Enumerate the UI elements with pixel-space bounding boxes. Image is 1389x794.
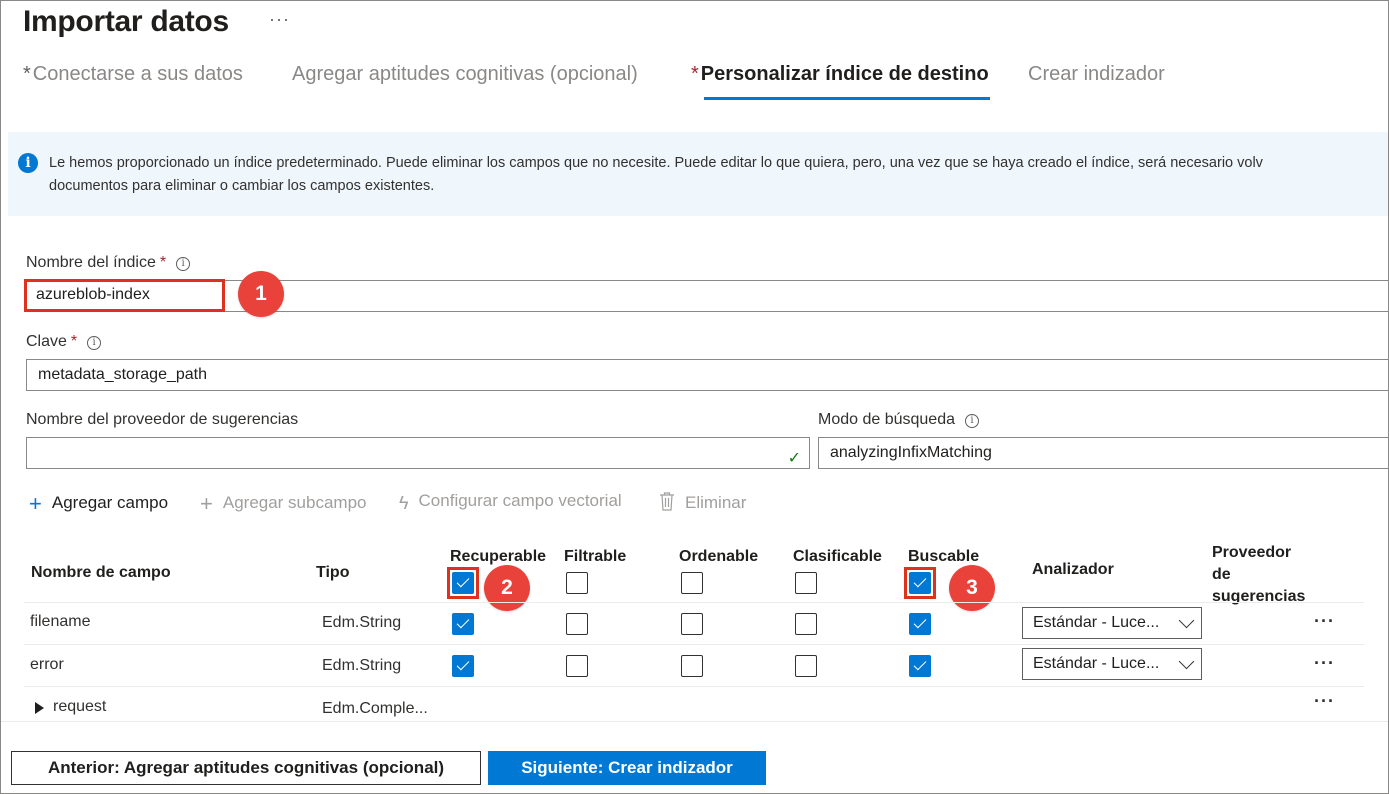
plus-icon: + [29,491,42,516]
info-icon[interactable]: i [176,257,191,271]
searchable-checkbox[interactable] [909,655,931,677]
page-title: Importar datos [23,5,229,38]
info-icon[interactable]: i [87,336,102,350]
row-divider [24,686,1364,687]
search-mode-field[interactable]: analyzingInfixMatching [818,437,1388,469]
col-header-type[interactable]: Tipo [316,564,349,582]
info-icon[interactable]: i [965,414,979,428]
checkmark-icon: ✓ [787,450,801,467]
filterable-checkbox[interactable] [566,655,588,677]
suggester-name-field[interactable]: ✓ [26,437,810,469]
info-message: Le hemos proporcionado un índice predete… [49,155,1263,194]
info-circle-icon: i [18,153,38,173]
facetable-checkbox[interactable] [795,655,817,677]
next-button[interactable]: Siguiente: Crear indizador [488,751,766,785]
highlight-box [904,567,936,599]
index-name-value[interactable]: azureblob-index [24,279,225,312]
chevron-down-icon [1178,653,1195,670]
chevron-down-icon [1178,612,1195,629]
field-name-cell[interactable]: error [30,656,64,674]
col-header-sortable: Ordenable [679,548,759,565]
configure-vector-field-button[interactable]: ϟ Configurar campo vectorial [399,491,622,514]
retrievable-checkbox[interactable] [452,613,474,635]
index-name-label: Nombre del índice * i [26,254,191,272]
tab-connect-data[interactable]: * Conectarse a sus datos [23,63,243,86]
add-subfield-button[interactable]: + Agregar subcampo [200,491,367,517]
row-divider [24,644,1364,645]
select-all-facetable-checkbox[interactable] [795,572,817,594]
col-header-searchable: Buscable [908,548,980,565]
col-header-retrievable: Recuperable [450,548,547,565]
sortable-checkbox[interactable] [681,613,703,635]
footer-divider [1,721,1388,722]
field-type-cell: Edm.String [322,614,402,631]
lightning-icon: ϟ [399,493,409,513]
col-header-facetable: Clasificable [793,548,882,565]
suggester-name-label: Nombre del proveedor de sugerencias [26,411,299,428]
callout-badge-2: 2 [484,565,530,611]
field-type-cell: Edm.String [322,657,402,674]
row-more-options-icon[interactable]: ··· [1314,653,1335,674]
tab-create-indexer[interactable]: Crear indizador [1026,63,1165,86]
previous-button[interactable]: Anterior: Agregar aptitudes cognitivas (… [11,751,481,785]
col-header-suggester: Proveedor de sugerencias [1212,544,1306,605]
tab-customize-index[interactable]: * Personalizar índice de destino [691,63,989,86]
callout-badge-1: 1 [238,271,284,317]
key-label: Clave * i [26,333,102,351]
filterable-checkbox[interactable] [566,613,588,635]
delete-button[interactable]: Eliminar [659,491,746,517]
retrievable-checkbox[interactable] [452,655,474,677]
expand-caret-icon[interactable] [35,702,44,714]
more-options-icon[interactable]: ··· [269,9,290,30]
highlight-box [447,567,479,599]
plus-icon: + [200,491,213,516]
row-divider [24,602,1364,603]
tab-cognitive-skills[interactable]: Agregar aptitudes cognitivas (opcional) [290,63,638,86]
select-all-sortable-checkbox[interactable] [681,572,703,594]
col-header-filterable: Filtrable [564,548,627,565]
field-type-cell: Edm.Comple... [322,700,428,717]
row-more-options-icon[interactable]: ··· [1314,611,1335,632]
field-name-cell[interactable]: filename [30,613,90,631]
facetable-checkbox[interactable] [795,613,817,635]
field-name-cell[interactable]: request [53,698,106,716]
index-name-field[interactable] [26,280,1388,312]
searchable-checkbox[interactable] [909,613,931,635]
analyzer-dropdown[interactable]: Estándar - Luce... [1022,648,1202,680]
sortable-checkbox[interactable] [681,655,703,677]
trash-icon [659,491,675,517]
info-message-bar: i Le hemos proporcionado un índice prede… [8,132,1388,216]
callout-badge-3: 3 [949,565,995,611]
import-data-blade: Importar datos ··· * Conectarse a sus dat… [0,0,1389,794]
select-all-filterable-checkbox[interactable] [566,572,588,594]
col-header-field-name[interactable]: Nombre de campo [31,564,171,582]
row-more-options-icon[interactable]: ··· [1314,691,1335,712]
col-header-analyzer: Analizador [1032,561,1114,578]
key-field[interactable]: metadata_storage_path [26,359,1388,391]
add-field-button[interactable]: + Agregar campo [29,491,168,517]
analyzer-dropdown[interactable]: Estándar - Luce... [1022,607,1202,639]
search-mode-label: Modo de búsqueda i [818,411,979,429]
active-tab-indicator [704,97,990,100]
